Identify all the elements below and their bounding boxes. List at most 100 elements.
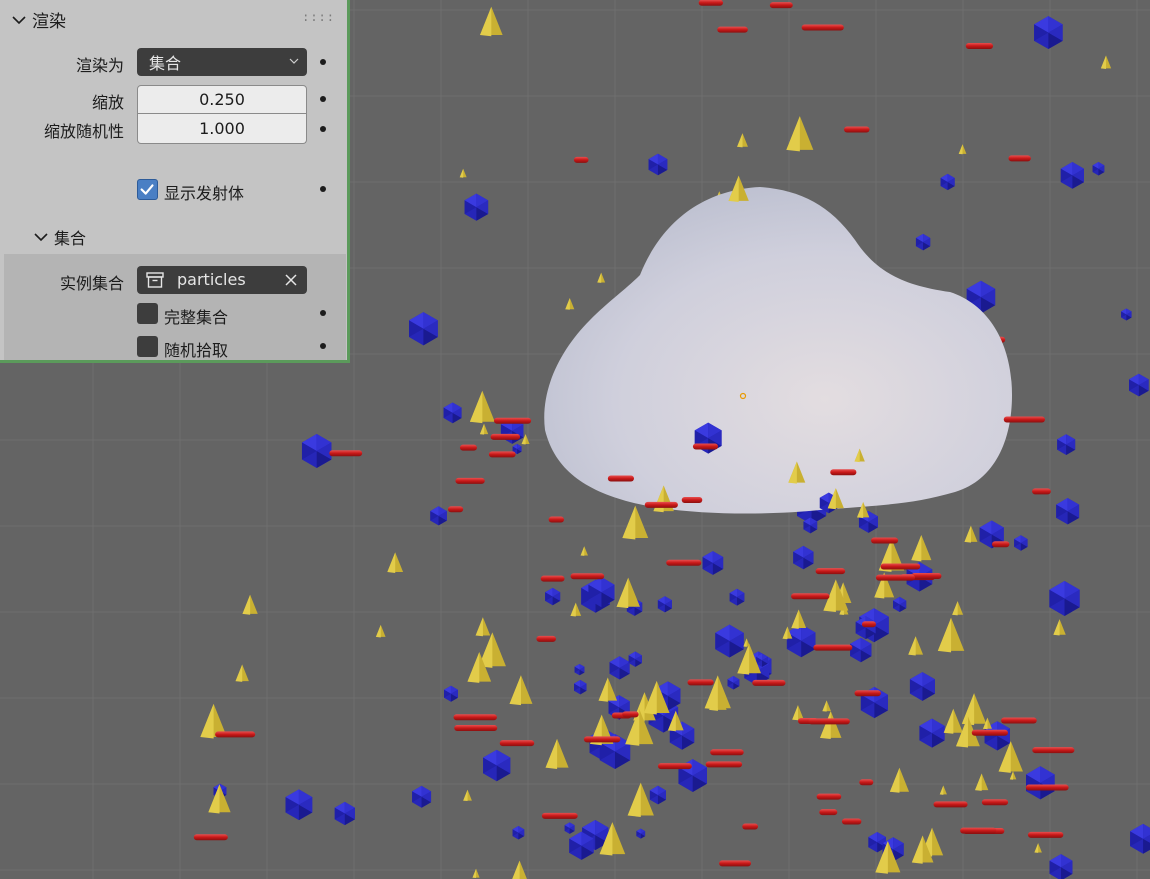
cylinder-particle xyxy=(459,444,477,451)
instance-collection-field[interactable]: particles xyxy=(137,266,307,294)
cylinder-particle xyxy=(573,156,589,163)
cylinder-particle xyxy=(540,575,565,582)
cylinder-particle xyxy=(965,42,994,49)
cylinder-particle xyxy=(687,679,714,686)
keyframe-dot-icon[interactable] xyxy=(320,310,326,316)
cylinder-particle xyxy=(808,718,850,725)
cylinder-particle xyxy=(791,593,830,600)
scale-random-value: 1.000 xyxy=(199,119,245,138)
whole-collection-checkbox[interactable] xyxy=(137,303,158,324)
cylinder-particle xyxy=(1003,416,1046,423)
cylinder-particle xyxy=(193,834,228,841)
render-as-label: 渲染为 xyxy=(75,56,124,75)
cylinder-particle xyxy=(681,496,703,503)
section-title: 渲染 xyxy=(32,12,66,32)
keyframe-dot-icon[interactable] xyxy=(320,59,326,65)
cylinder-particle xyxy=(657,763,692,770)
cylinder-particle xyxy=(841,818,862,825)
collection-subpanel-header[interactable]: 集合 xyxy=(34,225,86,249)
cylinder-particle xyxy=(717,26,748,33)
cylinder-particle xyxy=(752,679,786,686)
scale-label: 缩放 xyxy=(91,93,124,112)
cylinder-particle xyxy=(960,827,997,834)
cylinder-particle xyxy=(801,24,844,31)
cylinder-particle xyxy=(329,450,363,457)
cylinder-particle xyxy=(622,711,639,718)
render-as-dropdown[interactable]: 集合 xyxy=(137,48,307,76)
scale-field[interactable]: 0.250 xyxy=(137,85,307,114)
cylinder-particle xyxy=(698,0,724,6)
scale-random-label: 缩放随机性 xyxy=(43,122,124,141)
cylinder-particle xyxy=(536,635,556,642)
pick-random-label: 随机拾取 xyxy=(164,341,229,360)
cylinder-particle xyxy=(493,417,532,424)
cylinder-particle xyxy=(981,799,1009,806)
cylinder-particle xyxy=(570,573,605,580)
cylinder-particle xyxy=(816,793,842,800)
close-icon[interactable] xyxy=(284,273,298,287)
cylinder-particle xyxy=(861,621,876,628)
cylinder-particle xyxy=(666,559,702,566)
cylinder-particle xyxy=(1027,831,1064,838)
render-as-value: 集合 xyxy=(149,54,182,73)
cylinder-particle xyxy=(1001,717,1037,724)
cylinder-particle xyxy=(1025,784,1069,791)
cylinder-particle xyxy=(843,126,870,133)
cylinder-particle xyxy=(1032,747,1075,754)
keyframe-dot-icon[interactable] xyxy=(320,96,326,102)
scale-random-field[interactable]: 1.000 xyxy=(137,114,307,144)
cylinder-particle xyxy=(992,541,1010,548)
keyframe-dot-icon[interactable] xyxy=(320,343,326,349)
cylinder-particle xyxy=(1008,155,1031,162)
cylinder-particle xyxy=(447,506,464,513)
cylinder-particle xyxy=(880,563,921,570)
collection-subpanel-title: 集合 xyxy=(54,229,87,248)
cylinder-particle xyxy=(871,537,899,544)
pick-random-checkbox[interactable] xyxy=(137,336,158,357)
cylinder-particle xyxy=(710,749,744,756)
cylinder-particle xyxy=(971,729,1008,736)
chevron-down-icon xyxy=(12,15,26,24)
cylinder-particle xyxy=(854,690,881,697)
cylinder-particle xyxy=(769,2,793,9)
cylinder-particle xyxy=(215,731,256,738)
drag-grip-icon[interactable]: :::: xyxy=(302,10,335,24)
keyframe-dot-icon[interactable] xyxy=(320,126,326,132)
checkmark-icon xyxy=(140,184,154,195)
cylinder-particle xyxy=(815,568,846,575)
cylinder-particle xyxy=(705,761,743,768)
cylinder-particle xyxy=(490,433,521,440)
cylinder-particle xyxy=(1032,488,1051,495)
cylinder-particle xyxy=(819,809,838,816)
whole-collection-label: 完整集合 xyxy=(164,308,229,327)
cylinder-particle xyxy=(911,572,942,579)
emitter-mesh[interactable] xyxy=(544,187,1012,514)
show-emitter-label: 显示发射体 xyxy=(164,184,245,203)
render-properties-panel: 渲染 :::: 渲染为 集合 缩放 0.250 缩放随机性 1.000 显示发射… xyxy=(0,0,350,363)
show-emitter-checkbox[interactable] xyxy=(137,179,158,200)
cylinder-particle xyxy=(719,860,751,867)
keyframe-dot-icon[interactable] xyxy=(320,186,326,192)
render-section-header[interactable]: 渲染 xyxy=(12,7,66,32)
scale-value: 0.250 xyxy=(199,90,245,109)
cylinder-particle xyxy=(859,779,874,786)
cylinder-particle xyxy=(644,501,678,508)
cylinder-particle xyxy=(742,823,759,830)
chevron-down-icon xyxy=(34,233,48,242)
cylinder-particle xyxy=(548,516,565,523)
cylinder-particle xyxy=(813,644,853,651)
collection-box-icon xyxy=(146,272,164,288)
cylinder-particle xyxy=(499,740,535,747)
cylinder-particle xyxy=(692,443,719,450)
cylinder-particle xyxy=(875,574,915,581)
cylinder-particle xyxy=(488,451,516,458)
cylinder-particle xyxy=(583,736,621,743)
cylinder-particle xyxy=(455,477,485,484)
cylinder-particle xyxy=(541,812,578,819)
cylinder-particle xyxy=(453,714,497,721)
instance-collection-value: particles xyxy=(177,270,246,289)
cylinder-particle xyxy=(607,475,634,482)
chevron-down-icon xyxy=(289,58,299,64)
cylinder-particle xyxy=(933,801,968,808)
instance-collection-label: 实例集合 xyxy=(59,274,124,293)
